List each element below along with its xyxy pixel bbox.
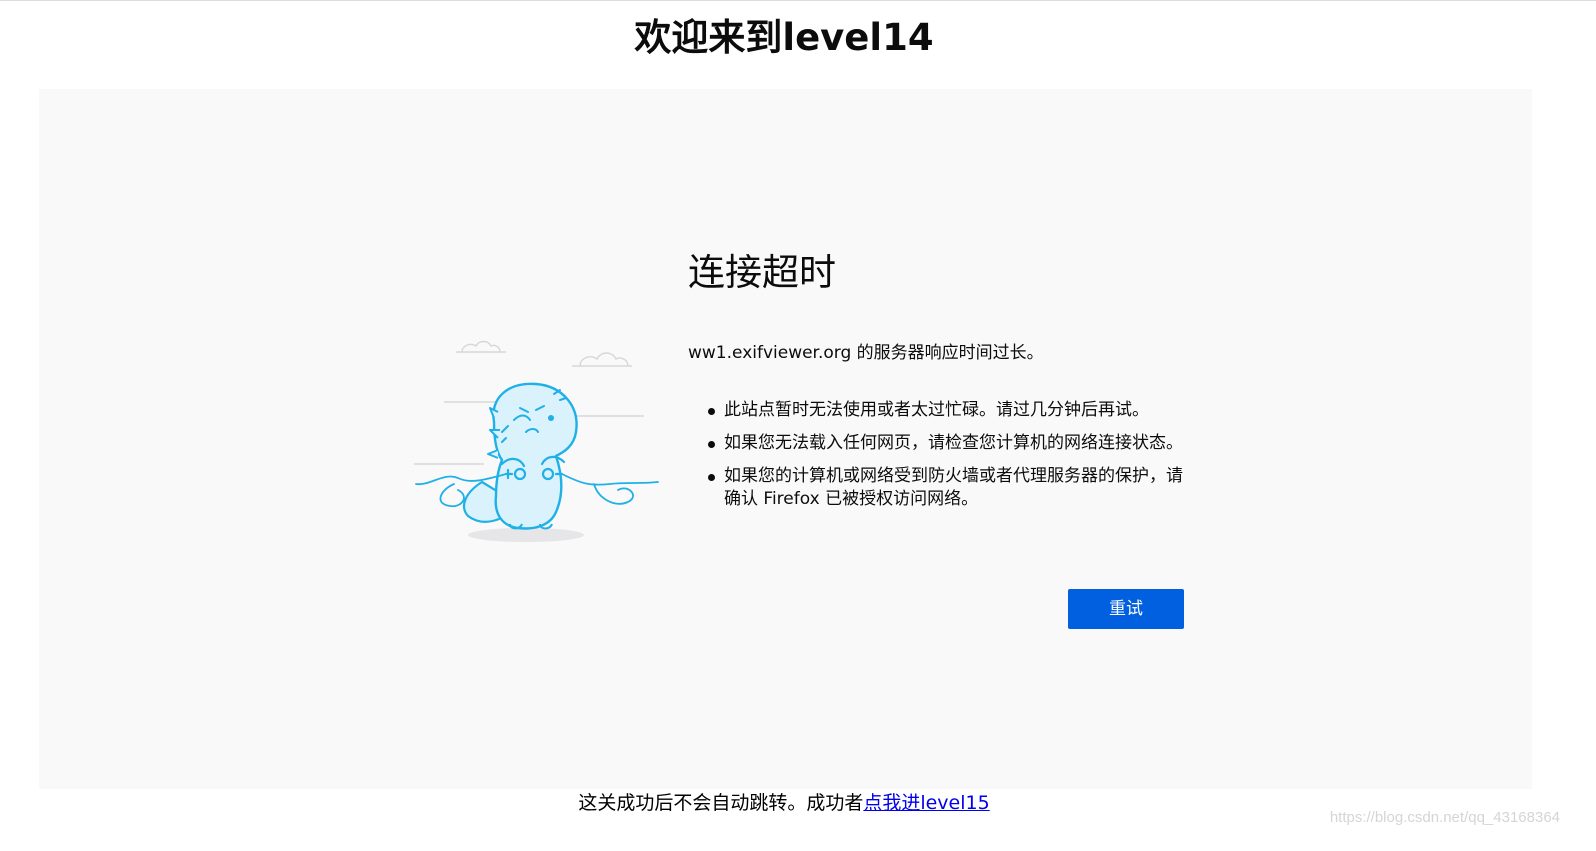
error-title: 连接超时 xyxy=(688,251,836,294)
list-item: 如果您无法载入任何网页，请检查您计算机的网络连接状态。 xyxy=(708,432,1188,455)
top-divider xyxy=(0,0,1596,1)
disconnected-dinosaur-icon xyxy=(414,340,659,542)
suggestion-list: 此站点暂时无法使用或者太过忙碌。请过几分钟后再试。 如果您无法载入任何网页，请检… xyxy=(688,399,1208,511)
watermark: https://blog.csdn.net/qq_43168364 xyxy=(1329,809,1560,826)
error-frame: 连接超时 ww1.exifviewer.org 的服务器响应时间过长。 此站点暂… xyxy=(39,89,1532,789)
footer-text: 这关成功后不会自动跳转。成功者 xyxy=(578,792,864,814)
list-item: 如果您的计算机或网络受到防火墙或者代理服务器的保护，请确认 Firefox 已被… xyxy=(708,465,1188,511)
next-level-link[interactable]: 点我进level15 xyxy=(863,792,989,814)
error-description: ww1.exifviewer.org 的服务器响应时间过长。 xyxy=(688,343,1044,363)
page-title: 欢迎来到level14 xyxy=(634,16,934,59)
error-content: 连接超时 ww1.exifviewer.org 的服务器响应时间过长。 此站点暂… xyxy=(688,239,1208,521)
retry-button[interactable]: 重试 xyxy=(1068,589,1184,629)
list-item: 此站点暂时无法使用或者太过忙碌。请过几分钟后再试。 xyxy=(708,399,1188,422)
